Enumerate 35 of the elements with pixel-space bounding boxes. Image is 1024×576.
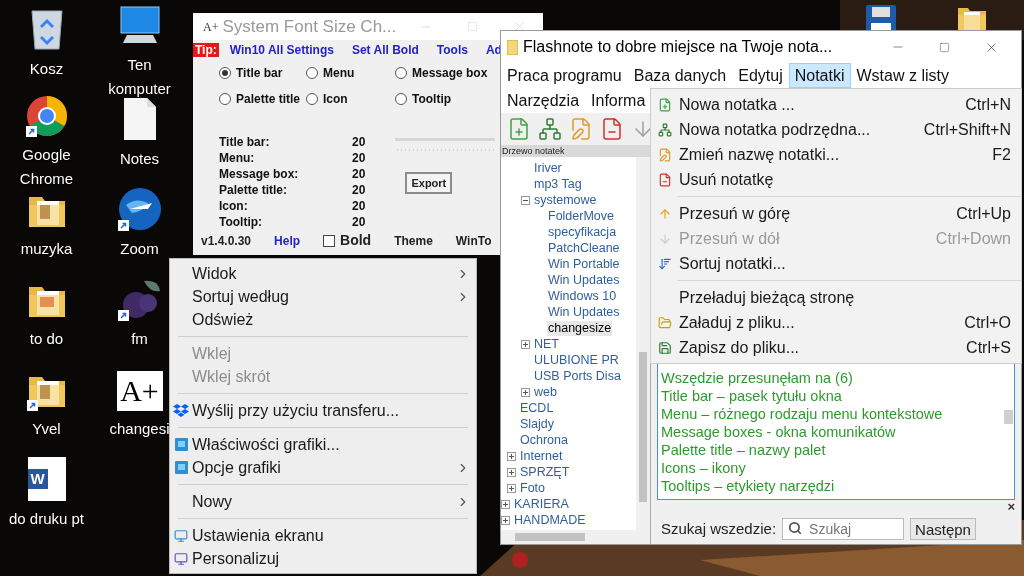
- radio-label: Message box: [412, 65, 488, 82]
- version-label: v1.4.0.30: [201, 232, 252, 250]
- size-value: 20: [352, 134, 366, 150]
- size-value: 20: [352, 166, 366, 182]
- search-label: Szukaj wszedzie:: [661, 518, 777, 539]
- size-value: 20: [352, 198, 366, 214]
- radio-label: Tooltip: [412, 91, 452, 108]
- note-line: Tooltips – etykiety narzędzi: [661, 477, 836, 495]
- radio-label: Icon: [323, 91, 348, 108]
- checkbox-label: Bold: [340, 231, 372, 250]
- note-line: Menu – różnego rodzaju menu kontekstowe: [661, 405, 944, 423]
- size-label: Title bar:: [219, 134, 271, 150]
- radio-label: Menu: [323, 65, 355, 82]
- tip-label: Tip:: [193, 43, 219, 57]
- note-line: Title bar – pasek tytułu okna: [661, 387, 843, 405]
- size-value: 20: [352, 182, 366, 198]
- radio-label: Palette title: [236, 91, 301, 108]
- window-title: Flashnote to dobre miejsce na Twoje nota...: [523, 37, 834, 57]
- panel-header: Drzewo notatek: [501, 145, 650, 157]
- size-value: 20: [352, 150, 366, 166]
- note-line: Icons – ikony: [661, 459, 747, 477]
- size-label: Icon:: [219, 198, 249, 214]
- font-app-icon: A+: [116, 371, 163, 411]
- size-value: 20: [352, 214, 366, 230]
- app-icon: A+: [203, 17, 219, 36]
- size-label: Message box:: [219, 166, 300, 182]
- size-label: Menu:: [219, 150, 256, 166]
- radio-label: Title bar: [236, 65, 283, 82]
- note-line: Message boxes - okna komunikatów: [661, 423, 897, 441]
- size-label: Palette title:: [219, 182, 288, 198]
- window-title: System Font Size Ch...: [222, 15, 398, 38]
- note-line: Wszędzie przesunęłam na (6): [661, 369, 854, 387]
- word-document-icon: W: [27, 457, 66, 501]
- note-line: Palette title – nazwy palet: [661, 441, 827, 459]
- size-label: Tooltip:: [219, 214, 264, 230]
